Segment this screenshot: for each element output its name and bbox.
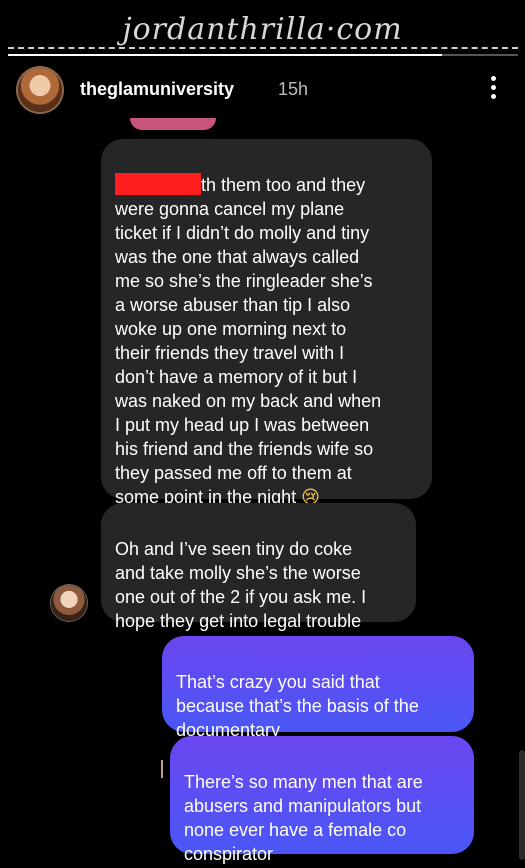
incoming-message-1-text: th them too and they were gonna cancel m… bbox=[115, 175, 382, 507]
outgoing-message-2: There’s so many men that are abusers and… bbox=[170, 736, 474, 864]
outgoing-message-2-text: There’s so many men that are abusers and… bbox=[184, 772, 423, 864]
watermark: jordanthrilla·com bbox=[122, 12, 403, 47]
profile-avatar[interactable] bbox=[18, 68, 62, 112]
story-progress-fill bbox=[8, 54, 442, 56]
story-header: theglamuniversity 15h bbox=[18, 68, 507, 112]
incoming-message-1: th them too and they were gonna cancel m… bbox=[101, 139, 432, 508]
redaction-block bbox=[115, 173, 201, 195]
sender-avatar[interactable] bbox=[51, 585, 87, 621]
post-time: 15h bbox=[278, 79, 309, 99]
username[interactable]: theglamuniversity bbox=[80, 79, 234, 100]
previous-message-edge bbox=[130, 118, 216, 130]
incoming-message-2-text: Oh and I’ve seen tiny do coke and take m… bbox=[115, 539, 367, 631]
watermark-divider bbox=[8, 47, 518, 49]
incoming-message-2: Oh and I’ve seen tiny do coke and take m… bbox=[101, 503, 416, 631]
story-progress-bar bbox=[8, 54, 518, 56]
outgoing-message-1-text: That’s crazy you said that because that’… bbox=[176, 672, 419, 740]
text-cursor-mark bbox=[161, 760, 163, 778]
scrollbar[interactable] bbox=[519, 750, 525, 860]
more-vertical-icon[interactable] bbox=[489, 72, 497, 106]
outgoing-message-1: That’s crazy you said that because that’… bbox=[162, 636, 474, 740]
